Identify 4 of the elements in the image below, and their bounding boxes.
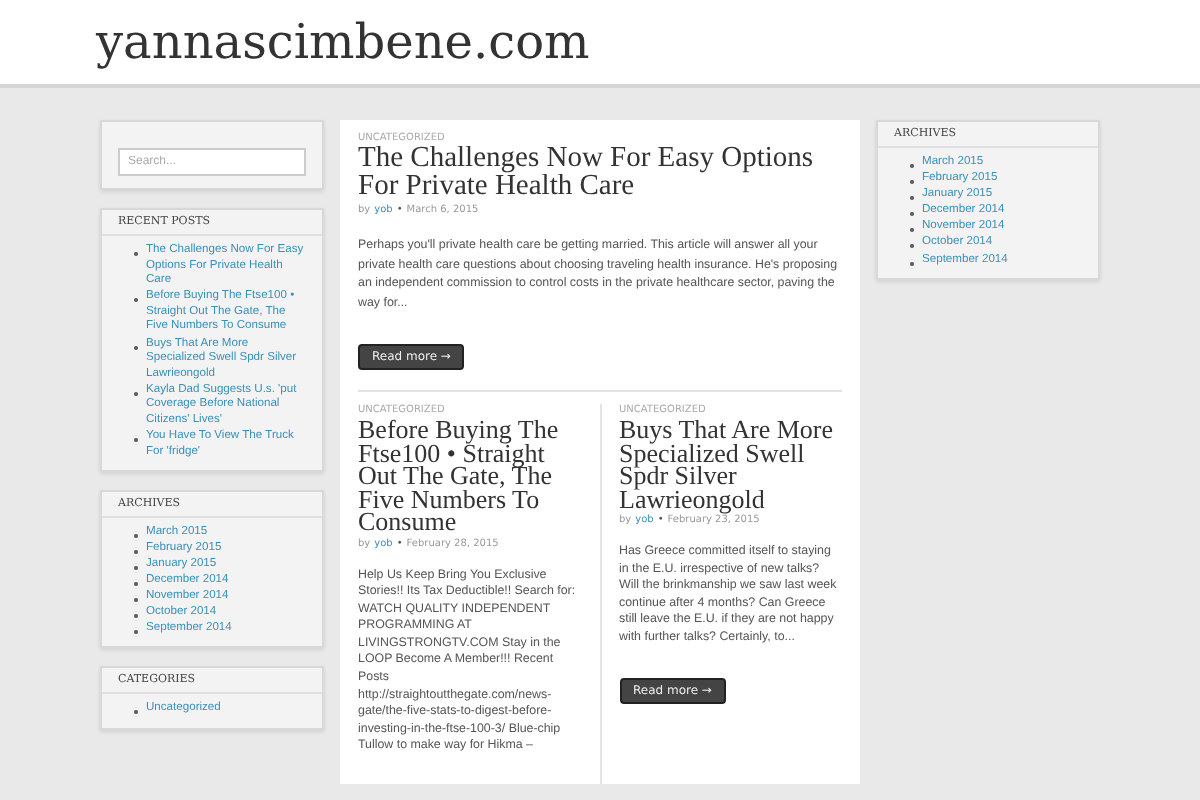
post-title[interactable]: The Challenges Now For Easy Options For Private Health Care [358,146,842,200]
site-title[interactable]: yannascimbene.com [96,14,590,70]
post-title[interactable]: Before Buying The Ftse100 • Straight Out The Gate, The Five Numbers To Consume [358,418,581,533]
post-title[interactable]: Buys That Are More Specialized Swell Spdr Silver Lawrieongold [619,418,842,510]
